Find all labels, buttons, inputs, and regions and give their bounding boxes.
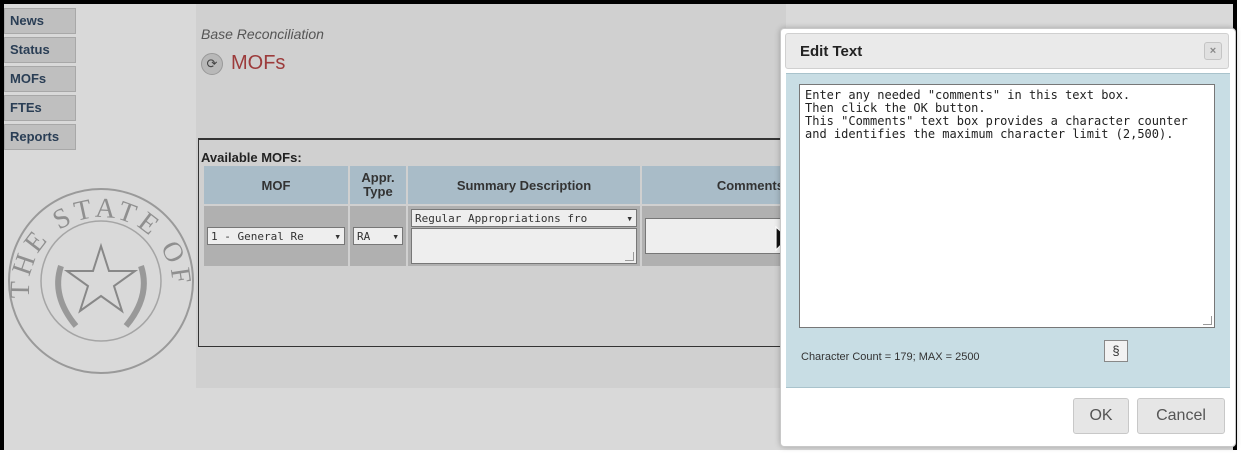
sidebar-item-ftes[interactable]: FTEs (4, 95, 76, 121)
mof-select-value: 1 - General Re (211, 229, 304, 243)
chevron-down-icon: ▾ (334, 229, 341, 243)
dialog-header[interactable]: Edit Text × (785, 33, 1229, 69)
refresh-icon[interactable]: ⟳ (201, 52, 223, 75)
main-panel: Base Reconciliation ⟳ MOFs Available MOF… (196, 4, 790, 388)
comments-textarea[interactable]: Enter any needed "comments" in this text… (799, 84, 1215, 328)
close-icon[interactable]: × (1204, 42, 1222, 60)
sidebar-item-mofs[interactable]: MOFs (4, 66, 76, 92)
sidebar-item-reports[interactable]: Reports (4, 124, 76, 150)
resize-handle[interactable] (1203, 316, 1212, 325)
comments-field[interactable] (645, 218, 787, 254)
column-header-mof: MOF (204, 166, 348, 204)
sidebar-item-news[interactable]: News (4, 8, 76, 34)
appr-type-select-value: RA (357, 229, 371, 243)
section-symbol-button[interactable]: § (1104, 340, 1128, 362)
column-header-summary: Summary Description (408, 166, 640, 204)
resize-handle[interactable] (625, 252, 634, 261)
character-count: Character Count = 179; MAX = 2500 (801, 351, 980, 363)
table-row: 1 - General Re ▾ RA ▾ Regular Appropriat… (204, 206, 790, 266)
mofs-grid: Available MOFs: MOF Appr. Type Summary D… (198, 138, 790, 347)
cell-comments (642, 206, 790, 266)
cell-appr-type: RA ▾ (350, 206, 406, 266)
grid-title: Available MOFs: (201, 150, 302, 165)
appr-type-select[interactable]: RA ▾ (353, 227, 403, 245)
column-header-appr-type: Appr. Type (350, 166, 406, 204)
edit-text-dialog: Edit Text × Enter any needed "comments" … (780, 28, 1236, 447)
cancel-button[interactable]: Cancel (1137, 398, 1225, 434)
title-row: ⟳ MOFs (201, 52, 285, 75)
dialog-title: Edit Text (800, 43, 863, 60)
dialog-body: Enter any needed "comments" in this text… (786, 73, 1230, 388)
summary-select[interactable]: Regular Appropriations fro ▾ (411, 209, 637, 227)
column-header-comments: Comments (642, 166, 790, 204)
summary-select-value: Regular Appropriations fro (415, 211, 588, 225)
cell-summary: Regular Appropriations fro ▾ (408, 206, 640, 266)
sidebar: News Status MOFs FTEs Reports (4, 8, 80, 153)
chevron-down-icon: ▾ (392, 229, 399, 243)
state-seal: THE STATE OF TEXAS (6, 186, 194, 374)
chevron-down-icon: ▾ (626, 211, 633, 225)
page-title: MOFs (231, 52, 286, 74)
mofs-table: MOF Appr. Type Summary Description Comme… (202, 164, 792, 268)
breadcrumb: Base Reconciliation (201, 26, 324, 42)
cell-mof: 1 - General Re ▾ (204, 206, 348, 266)
sidebar-item-status[interactable]: Status (4, 37, 76, 63)
ok-button[interactable]: OK (1073, 398, 1129, 434)
comments-text: Enter any needed "comments" in this text… (805, 88, 1188, 141)
summary-textarea[interactable] (411, 228, 637, 264)
mof-select[interactable]: 1 - General Re ▾ (207, 227, 345, 245)
